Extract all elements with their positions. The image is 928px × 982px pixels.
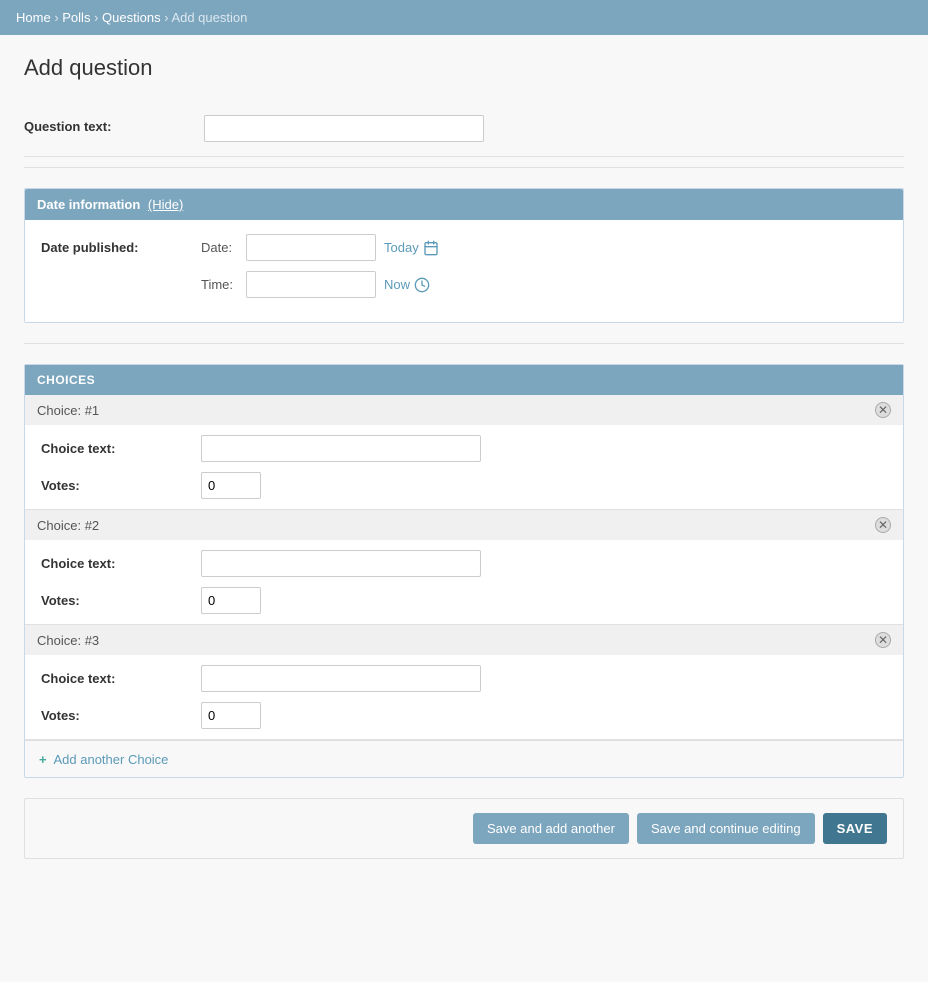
choice-item-2: Choice: #2 ✕ Choice text: Votes: xyxy=(25,510,903,625)
choice-header-3: Choice: #3 ✕ xyxy=(25,625,903,655)
action-bar: Save and add another Save and continue e… xyxy=(24,798,904,859)
choice-2-text-label: Choice text: xyxy=(41,556,201,571)
date-fields: Date: Today Time: xyxy=(201,234,439,308)
choice-2-votes-label: Votes: xyxy=(41,593,201,608)
choice-1-text-label: Choice text: xyxy=(41,441,201,456)
choice-2-body: Choice text: Votes: xyxy=(25,540,903,624)
save-and-continue-editing-button[interactable]: Save and continue editing xyxy=(637,813,815,844)
choice-3-remove-button[interactable]: ✕ xyxy=(875,632,891,648)
save-button[interactable]: SAVE xyxy=(823,813,887,844)
page-title: Add question xyxy=(24,55,904,81)
date-section: Date information (Hide) Date published: … xyxy=(24,188,904,323)
time-field-row: Time: Now xyxy=(201,271,439,298)
plus-icon: + xyxy=(39,752,47,767)
choice-2-votes-input[interactable] xyxy=(201,587,261,614)
date-published-label: Date published: xyxy=(41,234,201,255)
time-label: Time: xyxy=(201,277,246,292)
question-text-input[interactable] xyxy=(204,115,484,142)
choice-header-1: Choice: #1 ✕ xyxy=(25,395,903,425)
choice-2-remove-button[interactable]: ✕ xyxy=(875,517,891,533)
date-label: Date: xyxy=(201,240,246,255)
breadcrumb-polls[interactable]: Polls xyxy=(62,10,90,25)
calendar-icon[interactable] xyxy=(423,240,439,256)
date-field-row: Date: Today xyxy=(201,234,439,261)
choice-3-text-label: Choice text: xyxy=(41,671,201,686)
choice-1-text-row: Choice text: xyxy=(41,435,887,462)
choice-2-text-row: Choice text: xyxy=(41,550,887,577)
choice-2-label: Choice: #2 xyxy=(37,518,99,533)
choice-header-2: Choice: #2 ✕ xyxy=(25,510,903,540)
choices-section: CHOICES Choice: #1 ✕ Choice text: Votes: xyxy=(24,364,904,778)
breadcrumb-questions[interactable]: Questions xyxy=(102,10,161,25)
choice-1-votes-label: Votes: xyxy=(41,478,201,493)
choice-1-remove-button[interactable]: ✕ xyxy=(875,402,891,418)
choice-3-label: Choice: #3 xyxy=(37,633,99,648)
add-choice-label: Add another Choice xyxy=(54,752,169,767)
date-published-row: Date published: Date: Today xyxy=(41,234,887,308)
time-input[interactable] xyxy=(246,271,376,298)
breadcrumb-home[interactable]: Home xyxy=(16,10,51,25)
choice-3-text-row: Choice text: xyxy=(41,665,887,692)
clock-icon[interactable] xyxy=(414,277,430,293)
choice-1-votes-input[interactable] xyxy=(201,472,261,499)
choice-3-text-input[interactable] xyxy=(201,665,481,692)
save-and-add-another-button[interactable]: Save and add another xyxy=(473,813,629,844)
question-text-row: Question text: xyxy=(24,101,904,157)
choice-1-body: Choice text: Votes: xyxy=(25,425,903,509)
date-section-header: Date information (Hide) xyxy=(25,189,903,220)
choice-3-votes-input[interactable] xyxy=(201,702,261,729)
choice-2-votes-row: Votes: xyxy=(41,587,887,614)
choice-3-body: Choice text: Votes: xyxy=(25,655,903,739)
question-text-label: Question text: xyxy=(24,115,204,134)
choice-3-votes-row: Votes: xyxy=(41,702,887,729)
choice-1-text-input[interactable] xyxy=(201,435,481,462)
date-section-hide-link[interactable]: (Hide) xyxy=(148,197,183,212)
choice-item-1: Choice: #1 ✕ Choice text: Votes: xyxy=(25,395,903,510)
date-input[interactable] xyxy=(246,234,376,261)
add-choice-row: + Add another Choice xyxy=(25,740,903,777)
date-section-body: Date published: Date: Today xyxy=(25,220,903,322)
now-link[interactable]: Now xyxy=(384,277,410,292)
choice-2-text-input[interactable] xyxy=(201,550,481,577)
breadcrumb-current: Add question xyxy=(171,10,247,25)
breadcrumb-bar: Home › Polls › Questions › Add question xyxy=(0,0,928,35)
add-choice-link[interactable]: + Add another Choice xyxy=(39,752,168,767)
choice-1-label: Choice: #1 xyxy=(37,403,99,418)
choices-header: CHOICES xyxy=(25,365,903,395)
choice-1-votes-row: Votes: xyxy=(41,472,887,499)
today-link[interactable]: Today xyxy=(384,240,419,255)
choice-item-3: Choice: #3 ✕ Choice text: Votes: xyxy=(25,625,903,740)
choice-3-votes-label: Votes: xyxy=(41,708,201,723)
